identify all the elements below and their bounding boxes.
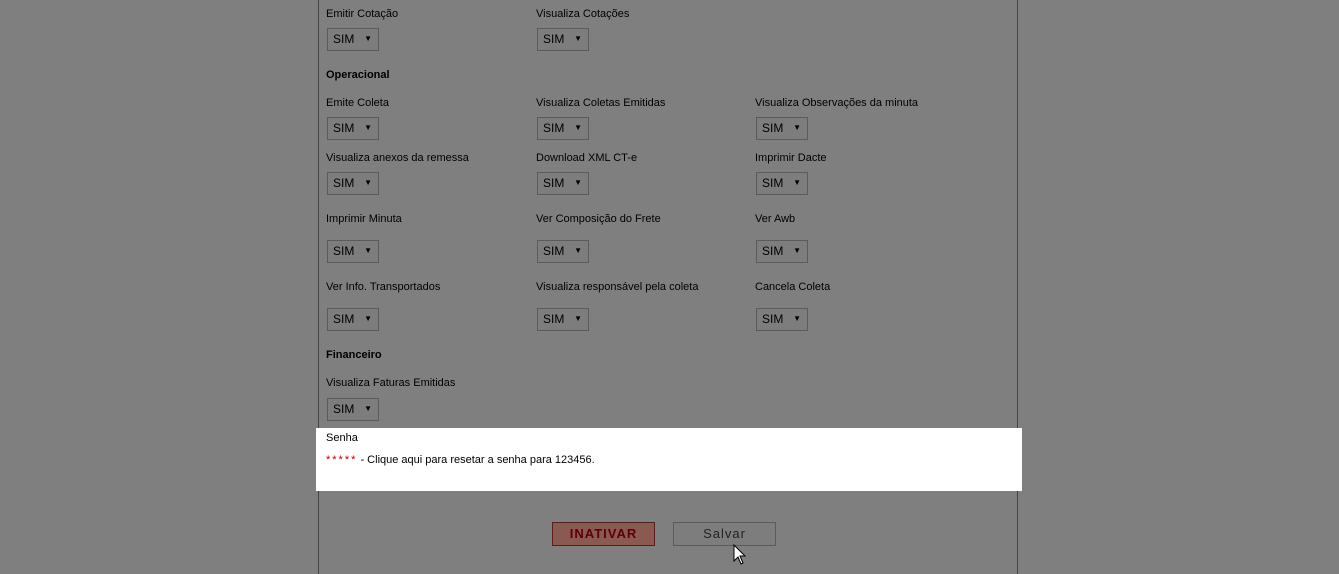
chevron-down-icon: ▼ [364, 246, 372, 255]
select-value: SIM [333, 176, 355, 190]
ver-awb-select[interactable]: SIM ▼ [756, 240, 808, 263]
salvar-button[interactable]: Salvar [673, 522, 776, 546]
field-label: Visualiza Coletas Emitidas [536, 97, 666, 109]
reset-password-text: - Clique aqui para resetar a senha para … [357, 454, 595, 466]
ver-composicao-frete-select[interactable]: SIM ▼ [537, 240, 589, 263]
chevron-down-icon: ▼ [364, 34, 372, 43]
select-value: SIM [333, 121, 355, 135]
field-label: Visualiza anexos da remessa [326, 152, 469, 164]
visualiza-observacoes-minuta-select[interactable]: SIM ▼ [756, 117, 808, 140]
chevron-down-icon: ▼ [793, 246, 801, 255]
mouse-cursor-icon [733, 544, 747, 565]
section-title-operacional: Operacional [326, 69, 390, 81]
reset-password-link[interactable]: ***** - Clique aqui para resetar a senha… [326, 454, 595, 466]
visualiza-anexos-remessa-select[interactable]: SIM ▼ [327, 172, 379, 195]
field-label: Visualiza Faturas Emitidas [326, 377, 456, 389]
chevron-down-icon: ▼ [793, 314, 801, 323]
field-label: Emitir Cotação [326, 8, 399, 20]
chevron-down-icon: ▼ [793, 178, 801, 187]
select-value: SIM [333, 312, 355, 326]
visualiza-coletas-emitidas-select[interactable]: SIM ▼ [537, 117, 589, 140]
field-label: Emite Coleta [326, 97, 389, 109]
select-value: SIM [543, 176, 565, 190]
visualiza-faturas-emitidas-select[interactable]: SIM ▼ [327, 398, 379, 421]
select-value: SIM [762, 121, 784, 135]
visualiza-responsavel-coleta-select[interactable]: SIM ▼ [537, 308, 589, 331]
chevron-down-icon: ▼ [364, 123, 372, 132]
select-value: SIM [543, 121, 565, 135]
chevron-down-icon: ▼ [364, 178, 372, 187]
emite-coleta-select[interactable]: SIM ▼ [327, 117, 379, 140]
select-value: SIM [762, 176, 784, 190]
select-value: SIM [762, 244, 784, 258]
inativar-button[interactable]: INATIVAR [552, 522, 655, 546]
password-section: Senha ***** - Clique aqui para resetar a… [316, 428, 1022, 491]
select-value: SIM [762, 312, 784, 326]
visualiza-cotacoes-select[interactable]: SIM ▼ [537, 28, 589, 51]
chevron-down-icon: ▼ [574, 314, 582, 323]
download-xml-cte-select[interactable]: SIM ▼ [537, 172, 589, 195]
section-title-financeiro: Financeiro [326, 349, 382, 361]
chevron-down-icon: ▼ [364, 314, 372, 323]
field-label: Ver Composição do Frete [536, 213, 661, 225]
chevron-down-icon: ▼ [793, 123, 801, 132]
select-value: SIM [543, 312, 565, 326]
select-value: SIM [333, 32, 355, 46]
chevron-down-icon: ▼ [574, 34, 582, 43]
ver-info-transportados-select[interactable]: SIM ▼ [327, 308, 379, 331]
field-label: Visualiza Cotações [536, 8, 630, 20]
field-label: Ver Awb [755, 213, 796, 225]
cancela-coleta-select[interactable]: SIM ▼ [756, 308, 808, 331]
select-value: SIM [543, 32, 565, 46]
chevron-down-icon: ▼ [574, 246, 582, 255]
chevron-down-icon: ▼ [364, 404, 372, 413]
select-value: SIM [333, 244, 355, 258]
field-label: Imprimir Dacte [755, 152, 827, 164]
field-label: Imprimir Minuta [326, 213, 402, 225]
password-mask: ***** [326, 454, 358, 466]
chevron-down-icon: ▼ [574, 178, 582, 187]
select-value: SIM [543, 244, 565, 258]
select-value: SIM [333, 402, 355, 416]
imprimir-minuta-select[interactable]: SIM ▼ [327, 240, 379, 263]
imprimir-dacte-select[interactable]: SIM ▼ [756, 172, 808, 195]
emitir-cotacao-select[interactable]: SIM ▼ [327, 28, 379, 51]
field-label: Cancela Coleta [755, 281, 831, 293]
field-label: Visualiza responsável pela coleta [536, 281, 699, 293]
password-label: Senha [326, 432, 358, 444]
field-label: Ver Info. Transportados [326, 281, 441, 293]
field-label: Download XML CT-e [536, 152, 638, 164]
field-label: Visualiza Observações da minuta [755, 97, 919, 109]
chevron-down-icon: ▼ [574, 123, 582, 132]
